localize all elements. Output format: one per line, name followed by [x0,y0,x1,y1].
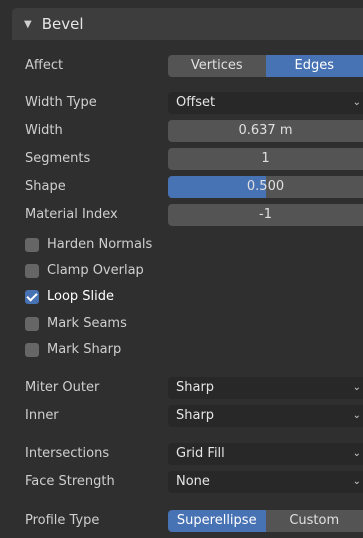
width-field[interactable]: 0.637 m [168,120,363,142]
intersections-label: Intersections [25,446,110,461]
width-row: Width 0.637 m [0,120,363,142]
miter-outer-value: Sharp [176,380,215,395]
chevron-down-icon: ⌄ [352,382,361,393]
checkbox-icon [25,343,39,357]
width-type-value: Offset [176,95,216,110]
checkmark-icon [25,290,39,304]
affect-label: Affect [25,58,64,73]
inner-row: Inner Sharp ⌄ [0,405,363,427]
face-strength-label: Face Strength [25,474,115,489]
mark-seams-checkbox[interactable]: Mark Seams [25,313,127,335]
loop-slide-label: Loop Slide [47,289,115,304]
face-strength-value: None [176,474,210,489]
loop-slide-checkbox[interactable]: Loop Slide [25,286,114,308]
face-strength-row: Face Strength None ⌄ [0,471,363,493]
panel-title: Bevel [41,15,84,33]
chevron-down-icon: ⌄ [352,448,361,459]
mark-sharp-checkbox[interactable]: Mark Sharp [25,339,121,361]
intersections-row: Intersections Grid Fill ⌄ [0,443,363,465]
chevron-down-icon: ⌄ [352,410,361,421]
affect-edges-option[interactable]: Edges [265,55,363,77]
shape-label: Shape [25,179,66,194]
profile-type-toggle: Superellipse Custom [168,510,363,532]
affect-toggle: Vertices Edges [168,55,363,77]
shape-row: Shape 0.500 [0,176,363,198]
clamp-overlap-label: Clamp Overlap [47,263,144,278]
width-type-dropdown[interactable]: Offset ⌄ [168,92,363,114]
chevron-down-icon: ⌄ [352,97,361,108]
clamp-overlap-checkbox[interactable]: Clamp Overlap [25,260,144,282]
mark-seams-label: Mark Seams [47,316,127,331]
chevron-down-icon: ⌄ [352,476,361,487]
segments-row: Segments 1 [0,148,363,170]
inner-dropdown[interactable]: Sharp ⌄ [168,405,363,427]
mark-sharp-label: Mark Sharp [47,342,122,357]
panel-header[interactable]: ▼ Bevel [12,8,363,40]
checkbox-icon [25,317,39,331]
segments-field[interactable]: 1 [168,148,363,170]
checkbox-icon [25,264,39,278]
triangle-down-icon[interactable]: ▼ [24,19,32,30]
shape-slider[interactable]: 0.500 [168,176,363,198]
miter-outer-dropdown[interactable]: Sharp ⌄ [168,377,363,399]
material-index-row: Material Index -1 [0,204,363,226]
face-strength-dropdown[interactable]: None ⌄ [168,471,363,493]
inner-label: Inner [25,408,59,423]
profile-type-row: Profile Type Superellipse Custom [0,510,363,532]
harden-normals-checkbox[interactable]: Harden Normals [25,234,152,256]
segments-label: Segments [25,151,91,166]
material-index-label: Material Index [25,207,118,222]
width-type-row: Width Type Offset ⌄ [0,92,363,114]
material-index-field[interactable]: -1 [168,204,363,226]
profile-type-label: Profile Type [25,513,100,528]
affect-vertices-option[interactable]: Vertices [168,55,266,77]
inner-value: Sharp [176,408,215,423]
width-label: Width [25,123,63,138]
profile-custom-option[interactable]: Custom [265,510,363,532]
intersections-value: Grid Fill [176,446,225,461]
miter-outer-label: Miter Outer [25,380,100,395]
checkbox-icon [25,238,39,252]
intersections-dropdown[interactable]: Grid Fill ⌄ [168,443,363,465]
harden-normals-label: Harden Normals [47,237,153,252]
miter-outer-row: Miter Outer Sharp ⌄ [0,377,363,399]
width-type-label: Width Type [25,95,97,110]
profile-superellipse-option[interactable]: Superellipse [168,510,266,532]
bevel-operator-panel: ▼ Bevel Affect Vertices Edges Width Type… [0,0,363,538]
affect-row: Affect Vertices Edges [0,55,363,77]
shape-value: 0.500 [246,179,285,194]
